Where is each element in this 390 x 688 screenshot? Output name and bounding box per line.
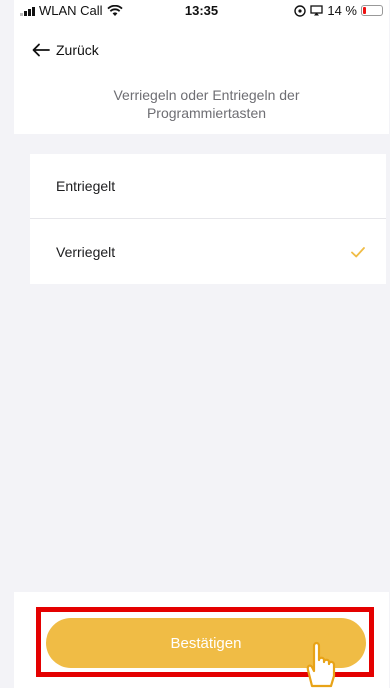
option-locked[interactable]: Verriegelt bbox=[30, 220, 386, 284]
status-right: 14 % bbox=[294, 3, 383, 18]
tap-hand-icon bbox=[303, 627, 336, 688]
back-arrow-icon bbox=[32, 43, 50, 57]
option-label: Entriegelt bbox=[56, 178, 116, 194]
screen-mirroring-icon bbox=[310, 5, 324, 16]
divider bbox=[30, 218, 386, 219]
orientation-lock-icon bbox=[294, 4, 307, 17]
options-list: Entriegelt Verriegelt bbox=[30, 154, 386, 284]
app-screen: WLAN Call 13:35 14 % Zurück Verriegeln o… bbox=[14, 0, 389, 688]
check-icon bbox=[351, 247, 365, 258]
option-label: Verriegelt bbox=[56, 244, 116, 260]
battery-icon bbox=[361, 5, 383, 16]
back-label: Zurück bbox=[56, 42, 99, 58]
back-button[interactable]: Zurück bbox=[32, 42, 99, 58]
option-unlocked[interactable]: Entriegelt bbox=[30, 154, 386, 218]
page-subtitle: Verriegeln oder Entriegeln der Programmi… bbox=[113, 87, 300, 121]
status-bar: WLAN Call 13:35 14 % bbox=[14, 0, 389, 22]
battery-label: 14 % bbox=[327, 3, 357, 18]
